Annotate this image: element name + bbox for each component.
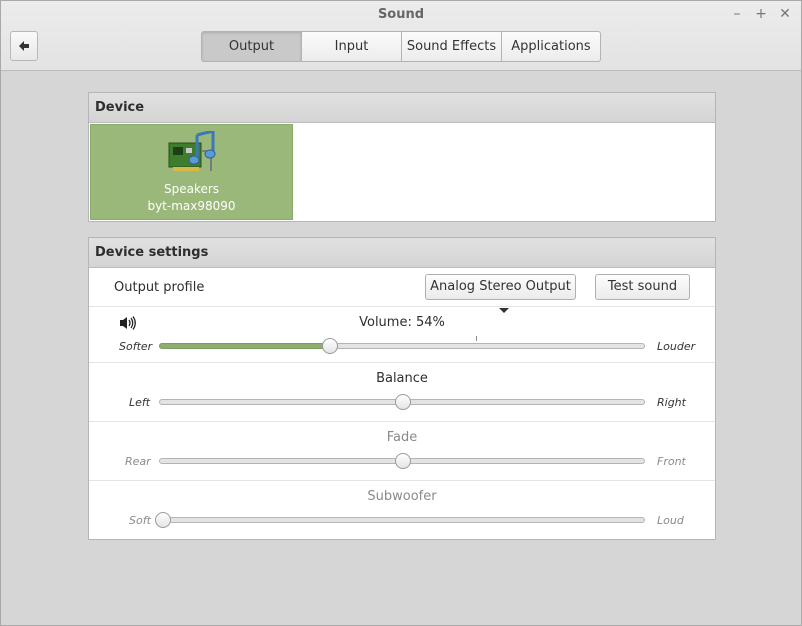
tab-input[interactable]: Input <box>302 31 402 62</box>
device-speakers[interactable]: Speakers byt-max98090 <box>90 124 293 220</box>
device-settings-heading: Device settings <box>89 238 715 268</box>
subwoofer-min-label: Soft <box>129 514 151 527</box>
balance-max-label: Right <box>657 396 686 409</box>
fade-slider[interactable] <box>159 453 645 469</box>
volume-slider-handle[interactable] <box>322 338 339 354</box>
volume-100-mark <box>476 336 477 341</box>
volume-max-label: Louder <box>657 340 696 353</box>
volume-title: Volume: 54% <box>359 315 445 330</box>
minimize-button[interactable]: – <box>728 5 746 23</box>
header-bar: Sound – + ✕ Output Input Sound Effects A… <box>1 1 801 71</box>
tab-sound-effects[interactable]: Sound Effects <box>402 31 502 62</box>
balance-row: Balance Left Right <box>89 363 715 422</box>
volume-row: Volume: 54% Softer Louder <box>89 307 715 363</box>
device-settings-frame: Device settings Output profile Analog St… <box>88 237 716 540</box>
test-sound-button[interactable]: Test sound <box>595 274 690 300</box>
sound-window: Sound – + ✕ Output Input Sound Effects A… <box>0 0 802 626</box>
subwoofer-title: Subwoofer <box>367 489 437 504</box>
fade-slider-handle[interactable] <box>395 453 411 469</box>
audio-card-icon <box>168 131 216 171</box>
arrow-left-icon <box>19 41 29 51</box>
output-profile-row: Output profile Analog Stereo Output Test… <box>89 269 715 313</box>
fade-row: Fade Rear Front <box>89 422 715 481</box>
subwoofer-max-label: Loud <box>657 514 684 527</box>
output-profile-dropdown[interactable]: Analog Stereo Output <box>425 274 576 313</box>
maximize-button[interactable]: + <box>752 5 770 23</box>
output-profile-label: Output profile <box>114 280 205 295</box>
volume-slider[interactable] <box>159 338 645 354</box>
device-id: byt-max98090 <box>147 199 236 213</box>
tab-bar: Output Input Sound Effects Applications <box>201 31 601 62</box>
back-button[interactable] <box>10 31 38 61</box>
subwoofer-slider[interactable] <box>154 512 645 528</box>
device-name: Speakers <box>163 182 220 196</box>
fade-min-label: Rear <box>125 455 151 468</box>
tab-output[interactable]: Output <box>201 31 302 62</box>
subwoofer-row: Subwoofer Soft Loud <box>89 481 715 539</box>
device-frame: Device Speakers byt-max98090 <box>88 92 716 222</box>
volume-fill <box>159 343 332 349</box>
device-heading: Device <box>89 93 715 123</box>
balance-slider-handle[interactable] <box>395 394 411 410</box>
balance-title: Balance <box>376 371 428 386</box>
output-profile-value: Analog Stereo Output <box>430 279 571 294</box>
volume-min-label: Softer <box>119 340 153 353</box>
balance-slider[interactable] <box>159 394 645 410</box>
window-title: Sound <box>377 7 425 22</box>
balance-min-label: Left <box>129 396 151 409</box>
tab-applications[interactable]: Applications <box>502 31 601 62</box>
subwoofer-slider-handle[interactable] <box>154 512 171 528</box>
fade-title: Fade <box>386 430 418 445</box>
close-button[interactable]: ✕ <box>776 5 794 23</box>
fade-max-label: Front <box>657 455 686 468</box>
